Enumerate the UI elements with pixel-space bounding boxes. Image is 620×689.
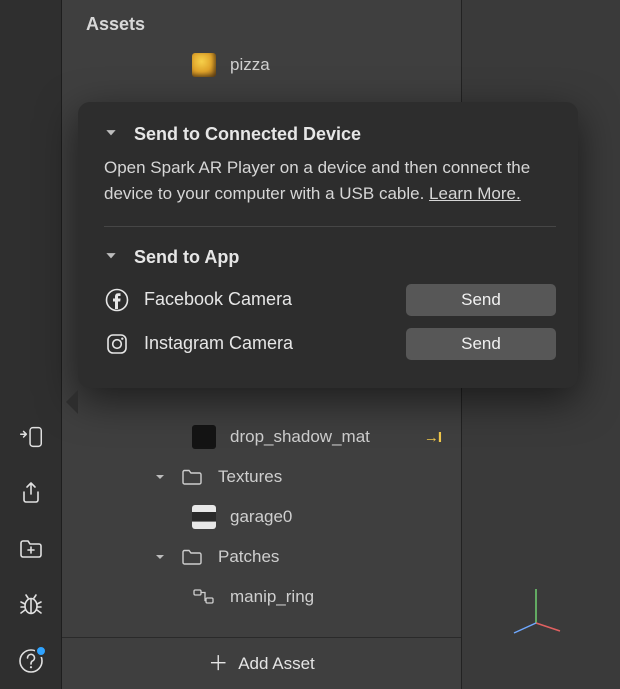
asset-label: pizza [230,55,449,75]
add-folder-icon[interactable] [17,535,45,563]
asset-item-manip-ring[interactable]: manip_ring [62,577,461,617]
send-row-label: Facebook Camera [144,289,392,310]
chevron-down-icon [152,469,168,485]
share-icon[interactable] [17,479,45,507]
popover-section-connected-device[interactable]: Send to Connected Device [104,124,556,145]
panel-header: Assets [62,0,461,45]
folder-icon [180,545,204,569]
divider [104,226,556,227]
asset-item-garage0[interactable]: garage0 [62,497,461,537]
folder-label: Textures [218,467,449,487]
asset-label: drop_shadow_mat [230,427,424,447]
axis-gizmo-icon [510,583,562,635]
chevron-down-icon [152,549,168,565]
send-button-instagram[interactable]: Send [406,328,556,360]
send-row-label: Instagram Camera [144,333,392,354]
folder-icon [180,465,204,489]
asset-item-drop-shadow-mat[interactable]: drop_shadow_mat →I [62,417,461,457]
notification-badge [35,645,47,657]
popover-section-send-to-app[interactable]: Send to App [104,247,556,268]
instagram-icon [104,331,130,357]
texture-thumbnail-icon [192,53,216,77]
popover-title-send-to-app: Send to App [134,247,239,268]
folder-patches[interactable]: Patches [62,537,461,577]
chevron-down-icon [104,124,118,145]
texture-thumbnail-icon [192,505,216,529]
patch-icon [192,585,216,609]
plus-icon: ＋ [208,654,228,674]
chevron-down-icon [104,247,118,268]
panel-title: Assets [86,14,437,35]
send-to-device-icon[interactable] [17,423,45,451]
add-asset-button[interactable]: ＋ Add Asset [62,637,461,689]
add-asset-label: Add Asset [238,654,315,674]
send-row-instagram: Instagram Camera Send [104,322,556,366]
send-row-facebook: Facebook Camera Send [104,278,556,322]
asset-item-pizza[interactable]: pizza [62,45,461,85]
send-button-facebook[interactable]: Send [406,284,556,316]
folder-textures[interactable]: Textures [62,457,461,497]
material-thumbnail-icon [192,425,216,449]
warning-indicator-icon: →I [424,429,449,446]
facebook-icon [104,287,130,313]
send-popover: Send to Connected Device Open Spark AR P… [78,102,578,388]
popover-body: Open Spark AR Player on a device and the… [104,155,556,208]
asset-label: manip_ring [230,587,449,607]
popover-title-connected-device: Send to Connected Device [134,124,361,145]
folder-label: Patches [218,547,449,567]
rail-icon-list [0,423,61,681]
asset-label: garage0 [230,507,449,527]
left-rail [0,0,62,689]
help-icon[interactable] [17,647,45,675]
bug-icon[interactable] [17,591,45,619]
learn-more-link[interactable]: Learn More. [429,184,521,203]
